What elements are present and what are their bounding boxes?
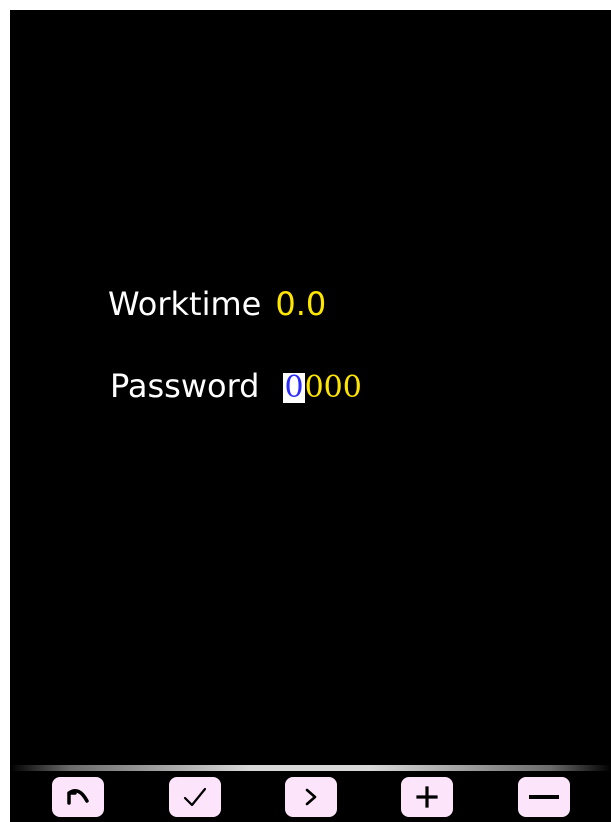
worktime-row: Worktime 0.0 bbox=[108, 288, 326, 320]
password-row: Password 0 0 0 0 bbox=[110, 370, 362, 403]
device-screen: Worktime 0.0 Password 0 0 0 0 bbox=[10, 10, 611, 822]
decrement-button[interactable] bbox=[518, 777, 570, 817]
checkmark-icon bbox=[182, 786, 208, 808]
password-field[interactable]: 0 0 0 0 bbox=[283, 373, 362, 403]
confirm-button[interactable] bbox=[169, 777, 221, 817]
password-label: Password bbox=[110, 367, 260, 405]
password-digit-3[interactable]: 0 bbox=[324, 373, 343, 403]
minus-icon bbox=[529, 792, 559, 802]
next-button[interactable] bbox=[285, 777, 337, 817]
password-digit-1[interactable]: 0 bbox=[283, 373, 305, 403]
undo-arrow-icon bbox=[65, 787, 91, 807]
plus-icon bbox=[416, 786, 438, 808]
worktime-label: Worktime bbox=[108, 285, 262, 323]
increment-button[interactable] bbox=[401, 777, 453, 817]
chevron-right-icon bbox=[303, 787, 319, 807]
worktime-value: 0.0 bbox=[275, 285, 327, 323]
toolbar-divider bbox=[10, 765, 611, 771]
back-button[interactable] bbox=[52, 777, 104, 817]
password-digit-2[interactable]: 0 bbox=[305, 373, 324, 403]
password-digit-4[interactable]: 0 bbox=[343, 373, 362, 403]
